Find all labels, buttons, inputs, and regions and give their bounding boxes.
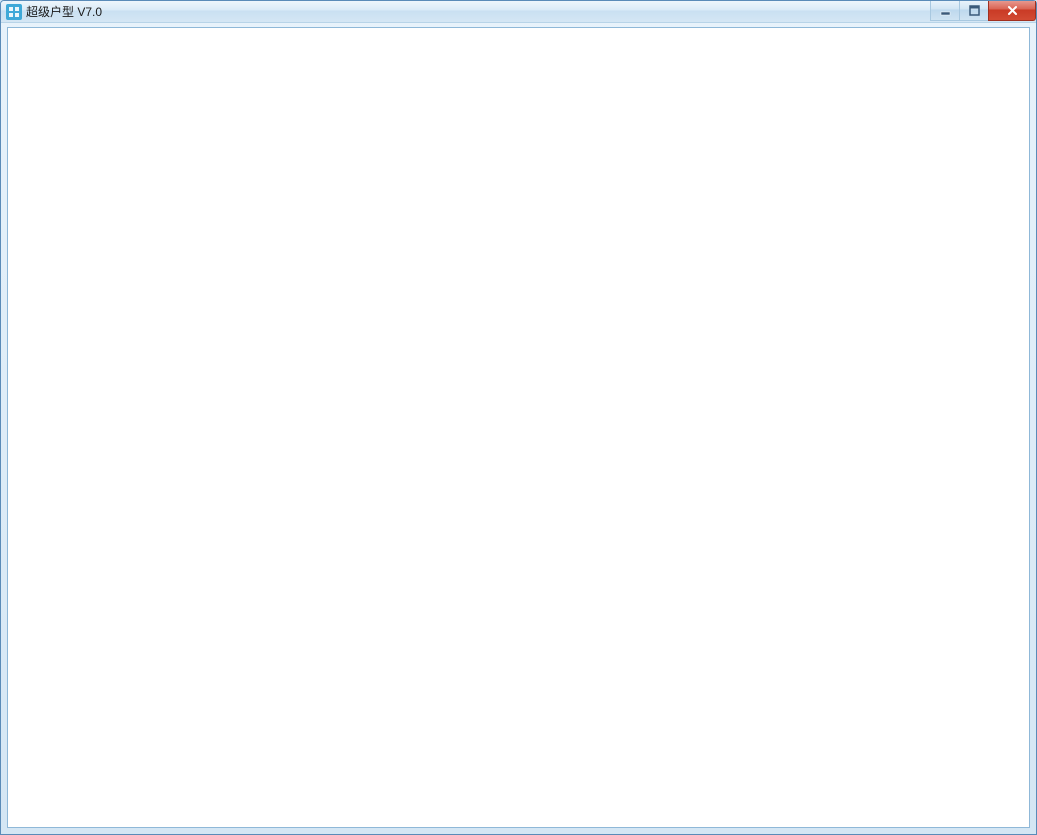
content-area <box>7 27 1030 828</box>
titlebar[interactable]: 超级户型 V7.0 <box>1 1 1036 23</box>
minimize-button[interactable] <box>930 1 960 21</box>
app-icon <box>6 4 22 20</box>
window-title: 超级户型 V7.0 <box>26 1 102 23</box>
maximize-icon <box>968 5 981 16</box>
maximize-button[interactable] <box>959 1 989 21</box>
minimize-icon <box>939 5 952 16</box>
close-icon <box>1006 5 1019 16</box>
window-controls <box>931 1 1036 21</box>
close-button[interactable] <box>988 1 1036 21</box>
application-window: 超级户型 V7.0 <box>0 0 1037 835</box>
